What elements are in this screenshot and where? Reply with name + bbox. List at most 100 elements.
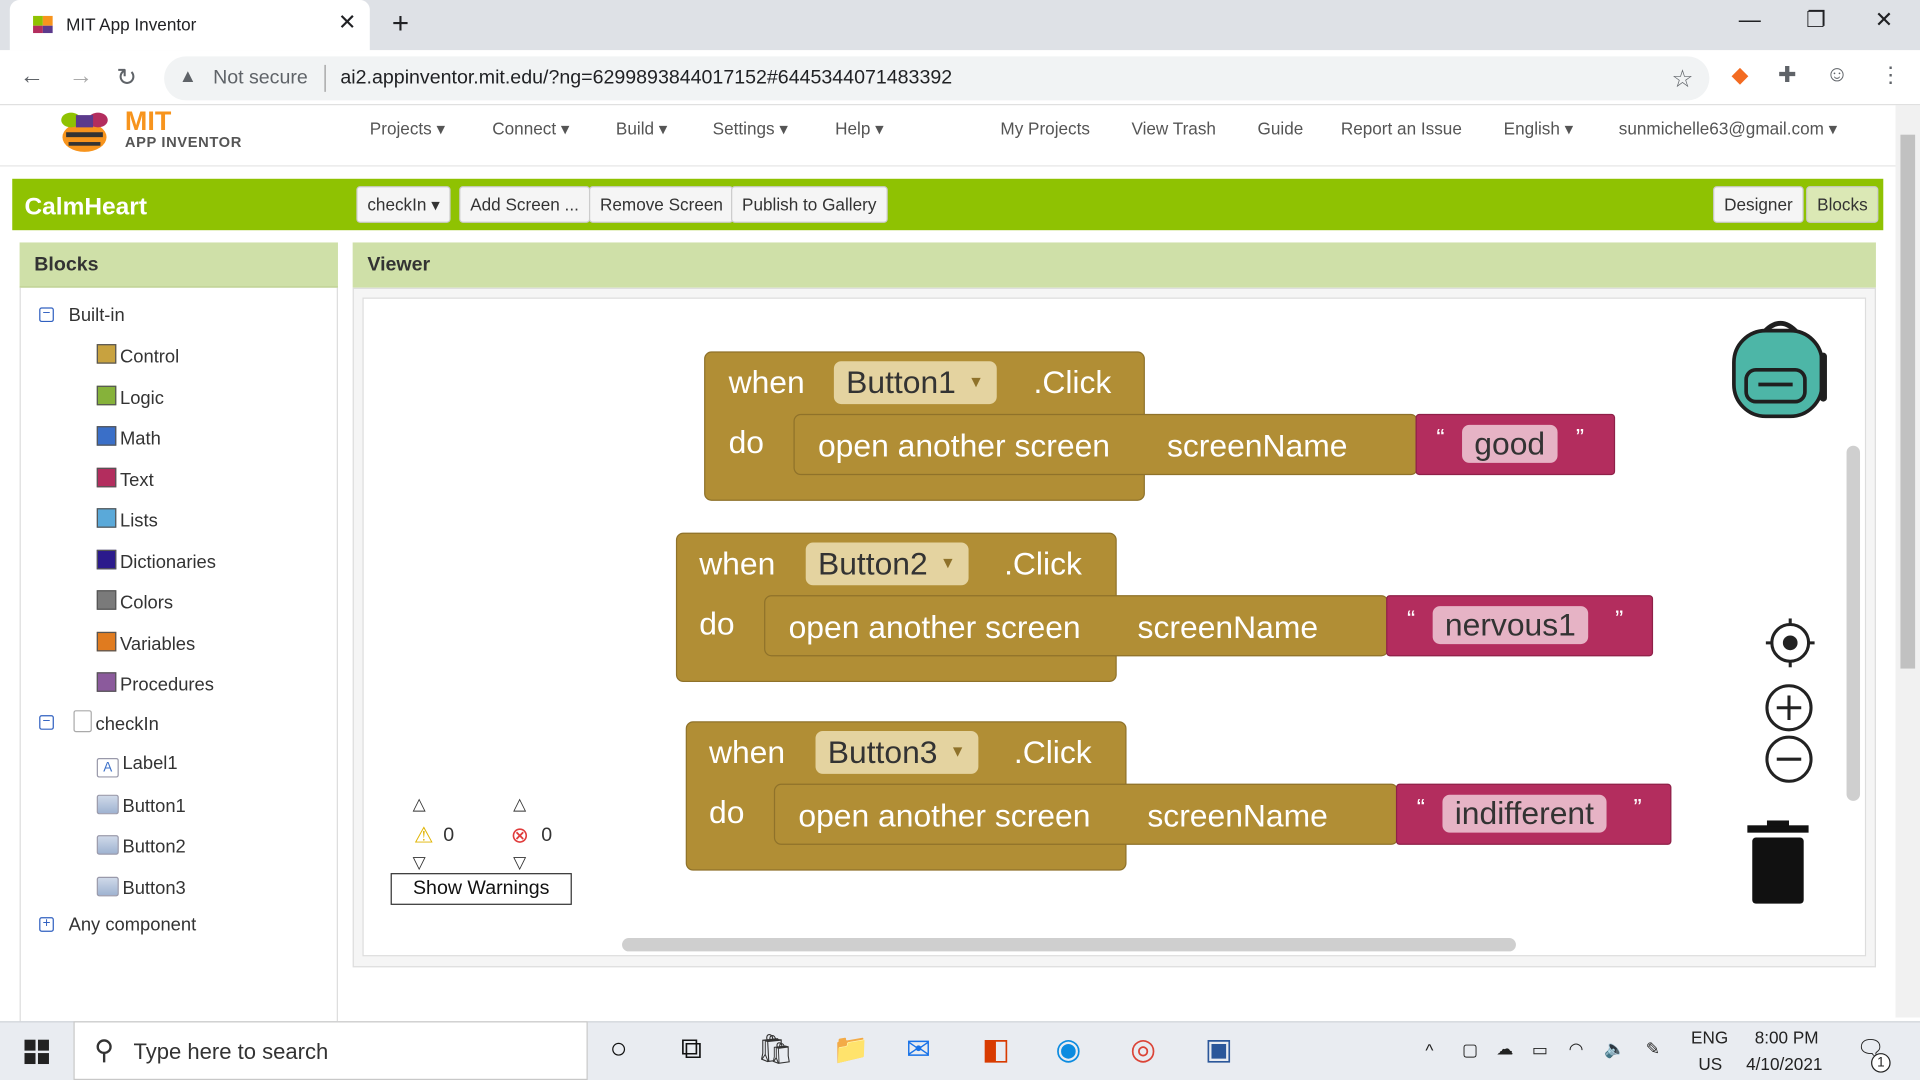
menu-report-issue[interactable]: Report an Issue: [1341, 119, 1462, 139]
menu-account[interactable]: sunmichelle63@gmail.com ▾: [1619, 119, 1837, 140]
tree-any-component[interactable]: Any component: [69, 915, 197, 936]
backpack-icon[interactable]: [1729, 316, 1832, 421]
menu-connect[interactable]: Connect ▾: [492, 119, 569, 140]
string-value[interactable]: indifferent: [1442, 794, 1607, 833]
extension-icon[interactable]: ◆: [1731, 62, 1748, 88]
add-screen-button[interactable]: Add Screen ...: [459, 186, 590, 223]
taskbar-search[interactable]: ⚲ Type here to search: [73, 1021, 588, 1080]
language-top[interactable]: ENG: [1691, 1027, 1728, 1047]
task-view-icon[interactable]: ⧉: [681, 1032, 702, 1066]
zoom-in-icon[interactable]: [1765, 683, 1814, 732]
store-icon[interactable]: 🛍: [757, 1032, 794, 1068]
text-string-block[interactable]: “ indifferent ”: [1395, 783, 1672, 845]
browser-menu-icon[interactable]: ⋮: [1880, 62, 1902, 88]
mail-icon[interactable]: ✉: [906, 1032, 931, 1068]
tree-item-lists[interactable]: Lists: [96, 508, 158, 531]
remove-screen-button[interactable]: Remove Screen: [588, 186, 734, 223]
string-value[interactable]: good: [1462, 424, 1558, 463]
language-bottom[interactable]: US: [1698, 1054, 1722, 1074]
zoom-out-icon[interactable]: [1765, 735, 1814, 784]
word-icon[interactable]: ▣: [1205, 1032, 1233, 1068]
new-tab-icon[interactable]: +: [392, 7, 409, 41]
open-another-screen-block[interactable]: open another screen screenName: [764, 595, 1389, 657]
tree-item-logic[interactable]: Logic: [96, 385, 164, 409]
chrome-icon[interactable]: ◎: [1130, 1032, 1156, 1068]
open-another-screen-block[interactable]: open another screen screenName: [793, 413, 1418, 476]
workspace-horizontal-scrollbar[interactable]: [622, 937, 1516, 952]
designer-button[interactable]: Designer: [1713, 186, 1804, 223]
tree-screen-checkin[interactable]: checkIn: [73, 710, 159, 735]
component-dropdown[interactable]: Button3 ▼: [815, 731, 978, 774]
tree-item-variables[interactable]: Variables: [96, 631, 195, 655]
component-dropdown[interactable]: Button2 ▼: [805, 542, 968, 586]
tree-item-dictionaries[interactable]: Dictionaries: [96, 549, 216, 573]
office-icon[interactable]: ◧: [982, 1032, 1010, 1068]
window-close-icon[interactable]: ✕: [1875, 7, 1893, 33]
trash-icon[interactable]: [1745, 820, 1811, 906]
app-inventor-logo[interactable]: MIT APP INVENTOR: [51, 105, 247, 161]
menu-projects[interactable]: Projects ▾: [370, 119, 445, 140]
meet-icon[interactable]: ▢: [1462, 1040, 1478, 1061]
browser-tab[interactable]: MIT App Inventor ✕: [9, 0, 370, 51]
clock-date[interactable]: 4/10/2021: [1746, 1054, 1822, 1074]
menu-settings[interactable]: Settings ▾: [713, 119, 788, 140]
menu-my-projects[interactable]: My Projects: [1000, 119, 1090, 139]
cortana-icon[interactable]: ○: [610, 1032, 628, 1066]
tree-item-button3[interactable]: Button3: [96, 876, 186, 899]
open-another-screen-block[interactable]: open another screen screenName: [773, 783, 1399, 845]
tray-chevron-icon[interactable]: ^: [1425, 1041, 1433, 1061]
minimize-icon[interactable]: —: [1739, 7, 1761, 33]
omnibox[interactable]: ▲ Not secure ai2.appinventor.mit.edu/?ng…: [164, 56, 1710, 101]
tree-item-procedures[interactable]: Procedures: [96, 672, 214, 696]
url-text[interactable]: ai2.appinventor.mit.edu/?ng=629989384401…: [340, 67, 952, 89]
bookmark-star-icon[interactable]: ☆: [1671, 64, 1693, 95]
collapse-builtin-icon[interactable]: −: [39, 307, 54, 323]
forward-icon[interactable]: →: [69, 62, 93, 90]
component-dropdown[interactable]: Button1 ▼: [833, 361, 997, 405]
windows-start-icon[interactable]: [24, 1039, 49, 1065]
page-scrollbar-thumb[interactable]: [1900, 134, 1916, 669]
text-string-block[interactable]: “ nervous1 ”: [1386, 595, 1654, 657]
prev-error-icon[interactable]: △: [513, 793, 526, 814]
tree-item-math[interactable]: Math: [96, 426, 161, 449]
tree-builtin[interactable]: Built-in: [69, 305, 125, 326]
volume-icon[interactable]: 🔈: [1604, 1038, 1625, 1059]
recenter-icon[interactable]: [1765, 618, 1815, 668]
screen-select-button[interactable]: checkIn ▾: [356, 186, 451, 223]
workspace-vertical-scrollbar[interactable]: [1846, 445, 1861, 801]
tree-item-text[interactable]: Text: [96, 467, 154, 491]
reload-icon[interactable]: ↻: [116, 62, 137, 93]
wifi-icon[interactable]: ◠: [1569, 1038, 1584, 1059]
expand-any-component-icon[interactable]: +: [39, 917, 54, 932]
tree-item-label1[interactable]: A Label1: [96, 753, 178, 778]
pen-icon[interactable]: ✎: [1646, 1038, 1660, 1059]
profile-avatar-icon[interactable]: ☺: [1826, 61, 1849, 87]
clock-time[interactable]: 8:00 PM: [1755, 1027, 1819, 1047]
security-label[interactable]: Not secure: [213, 67, 308, 89]
tree-item-button2[interactable]: Button2: [96, 835, 186, 857]
collapse-screen-icon[interactable]: −: [39, 714, 54, 730]
menu-build[interactable]: Build ▾: [616, 119, 668, 140]
back-icon[interactable]: ←: [20, 62, 44, 90]
text-string-block[interactable]: “ good ”: [1415, 413, 1616, 476]
menu-view-trash[interactable]: View Trash: [1131, 119, 1215, 139]
prev-warning-icon[interactable]: △: [413, 793, 426, 814]
edge-icon[interactable]: ◉: [1056, 1032, 1082, 1068]
menu-guide[interactable]: Guide: [1258, 119, 1304, 139]
onedrive-icon[interactable]: ☁: [1496, 1038, 1513, 1059]
publish-gallery-button[interactable]: Publish to Gallery: [731, 186, 888, 223]
restore-icon[interactable]: ❐: [1806, 7, 1826, 33]
tree-item-control[interactable]: Control: [96, 344, 179, 367]
next-error-icon[interactable]: ▽: [513, 852, 526, 873]
page-scrollbar[interactable]: [1895, 105, 1920, 1018]
menu-language[interactable]: English ▾: [1504, 119, 1574, 140]
file-explorer-icon[interactable]: 📁: [833, 1032, 870, 1068]
next-warning-icon[interactable]: ▽: [413, 852, 426, 873]
string-value[interactable]: nervous1: [1432, 606, 1589, 645]
menu-help[interactable]: Help ▾: [835, 119, 884, 140]
tab-close-icon[interactable]: ✕: [338, 10, 356, 36]
battery-icon[interactable]: ▭: [1532, 1040, 1548, 1061]
tree-item-colors[interactable]: Colors: [96, 590, 173, 613]
tree-item-button1[interactable]: Button1: [96, 794, 186, 817]
show-warnings-button[interactable]: Show Warnings: [390, 873, 572, 905]
